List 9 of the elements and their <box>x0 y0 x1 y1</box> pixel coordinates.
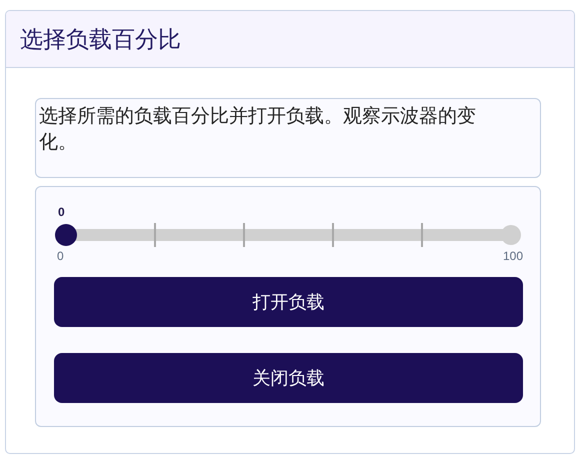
action-button[interactable]: 打开负载 <box>54 277 523 327</box>
slider-min-label: 0 <box>57 249 64 263</box>
slider-max-label: 100 <box>502 249 523 263</box>
action-button[interactable]: 关闭负载 <box>54 353 523 403</box>
instruction-text: 选择所需的负载百分比并打开负载。观察示波器的变化。 <box>39 105 476 153</box>
slider[interactable] <box>54 223 523 247</box>
panel-title: 选择负载百分比 <box>20 26 181 54</box>
slider-value: 0 <box>58 205 65 219</box>
slider-thumb[interactable] <box>55 224 77 246</box>
